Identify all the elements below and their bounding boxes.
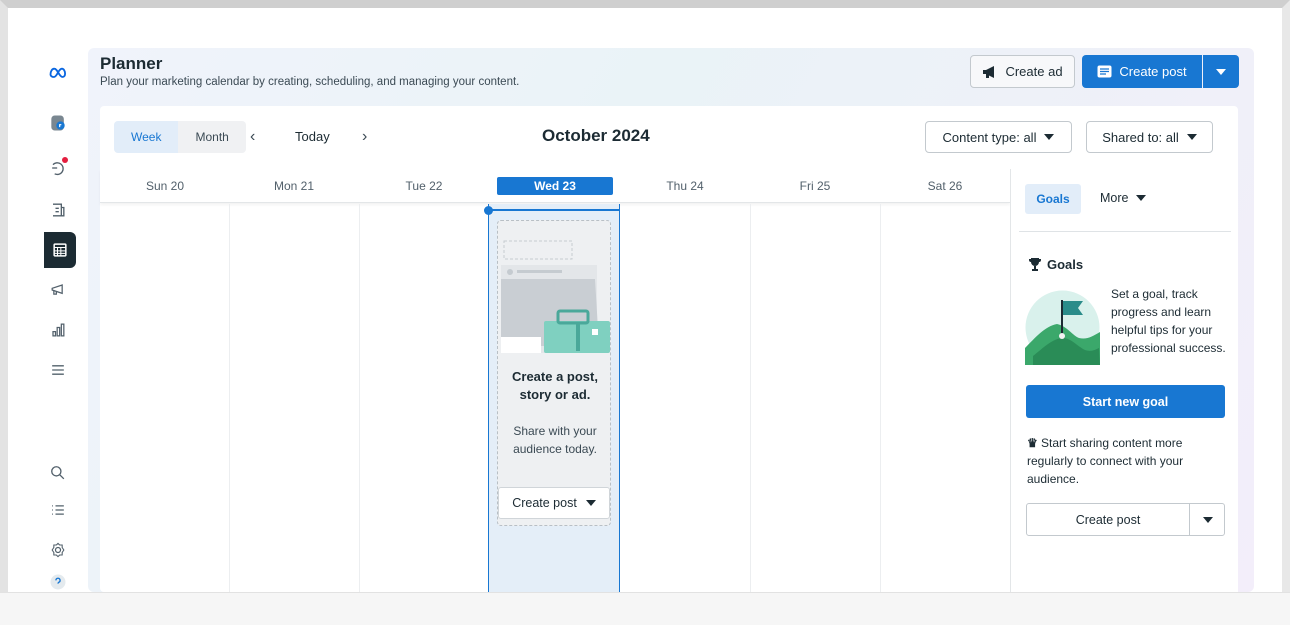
content-icon[interactable]	[38, 192, 78, 228]
create-ad-button[interactable]: Create ad	[970, 55, 1075, 88]
tab-goals[interactable]: Goals	[1025, 184, 1081, 214]
page-subtitle: Plan your marketing calendar by creating…	[100, 76, 520, 88]
ads-icon[interactable]	[38, 272, 78, 308]
mountain-flag-illustration-icon	[1025, 290, 1100, 365]
notification-dot	[62, 157, 68, 163]
empty-state-text: Share with your audience today.	[513, 424, 597, 456]
column-divider	[359, 204, 360, 592]
current-time-dot	[484, 206, 493, 215]
goals-panel: Goals More Goals Set a goal, track progr…	[1010, 169, 1238, 592]
day-header[interactable]: Sun 20	[100, 179, 230, 193]
share-tip: ♛ Start sharing content more regularly to…	[1027, 434, 1227, 488]
post-icon	[1097, 65, 1112, 78]
goals-heading-label: Goals	[1047, 256, 1084, 272]
month-label: October 2024	[542, 126, 650, 145]
create-post-dropdown-button[interactable]	[1203, 55, 1239, 88]
column-divider	[229, 204, 230, 592]
chevron-down-icon	[1044, 134, 1055, 140]
chevron-down-icon	[1216, 68, 1226, 75]
tab-more[interactable]: More	[1100, 191, 1147, 205]
notifications-icon[interactable]	[38, 150, 78, 186]
start-new-goal-button[interactable]: Start new goal	[1026, 385, 1225, 418]
sidebar	[38, 50, 80, 595]
planner-icon[interactable]	[44, 232, 76, 268]
create-post-label: Create post	[1119, 64, 1187, 79]
search-icon[interactable]	[38, 455, 78, 491]
chevron-down-icon	[1186, 134, 1197, 140]
next-week-icon[interactable]: ›	[362, 128, 367, 146]
page-avatar-icon[interactable]	[38, 105, 78, 141]
goals-heading: Goals	[1027, 256, 1083, 272]
crown-icon: ♛	[1027, 436, 1038, 450]
panel-create-post-label: Create post	[1027, 504, 1190, 535]
empty-state-create-post-button[interactable]: Create post	[498, 487, 610, 519]
page-title: Planner	[100, 54, 163, 73]
day-header-row: Sun 20 Mon 21 Tue 22 Wed 23 Thu 24 Fri 2…	[100, 169, 1010, 203]
shared-to-label: Shared to: all	[1102, 129, 1179, 145]
view-month-button[interactable]: Month	[178, 121, 246, 153]
chevron-down-icon	[585, 500, 596, 506]
empty-state-title: Create a post, story or ad.	[512, 369, 598, 402]
panel-create-post-button[interactable]: Create post	[1026, 503, 1225, 536]
day-header[interactable]: Thu 24	[620, 179, 750, 193]
chevron-down-icon	[1203, 516, 1213, 523]
chevron-down-icon	[1136, 195, 1147, 201]
create-ad-label: Create ad	[1005, 64, 1063, 79]
empty-state-create-post-label: Create post	[512, 496, 577, 510]
insights-icon[interactable]	[38, 312, 78, 348]
content-type-filter[interactable]: Content type: all	[925, 121, 1072, 153]
list-icon[interactable]	[38, 492, 78, 528]
settings-icon[interactable]	[38, 532, 78, 568]
empty-state-card: Create a post, story or ad. Share with y…	[497, 220, 611, 526]
menu-icon[interactable]	[38, 352, 78, 388]
divider	[1019, 231, 1231, 232]
column-divider	[880, 204, 881, 592]
calendar-card: Week Month ‹ Today › October 2024 Conten…	[100, 106, 1238, 592]
megaphone-icon	[983, 65, 995, 78]
share-tip-text: Start sharing content more regularly to …	[1027, 436, 1184, 486]
previous-week-icon[interactable]: ‹	[250, 128, 255, 146]
today-button[interactable]: Today	[295, 129, 330, 144]
post-illustration-icon	[501, 240, 610, 353]
bottom-strip	[0, 592, 1290, 625]
day-header[interactable]: Tue 22	[359, 179, 489, 193]
view-toggle: Week Month	[114, 121, 246, 153]
help-icon[interactable]	[38, 572, 78, 592]
content-type-label: Content type: all	[942, 129, 1037, 145]
meta-logo-icon[interactable]	[38, 54, 78, 90]
current-time-line	[488, 209, 620, 211]
day-header[interactable]: Mon 21	[229, 179, 359, 193]
tab-more-label: More	[1100, 191, 1129, 205]
shared-to-filter[interactable]: Shared to: all	[1086, 121, 1213, 153]
view-week-button[interactable]: Week	[114, 121, 179, 153]
day-header[interactable]: Fri 25	[750, 179, 880, 193]
create-post-button[interactable]: Create post	[1082, 55, 1202, 88]
day-header-today[interactable]: Wed 23	[497, 177, 613, 195]
day-header[interactable]: Sat 26	[880, 179, 1010, 193]
column-divider	[750, 204, 751, 592]
panel-create-post-dropdown[interactable]	[1191, 504, 1225, 535]
planner-main: Planner Plan your marketing calendar by …	[88, 48, 1254, 592]
trophy-icon	[1029, 258, 1041, 271]
goals-description: Set a goal, track progress and learn hel…	[1111, 287, 1226, 355]
